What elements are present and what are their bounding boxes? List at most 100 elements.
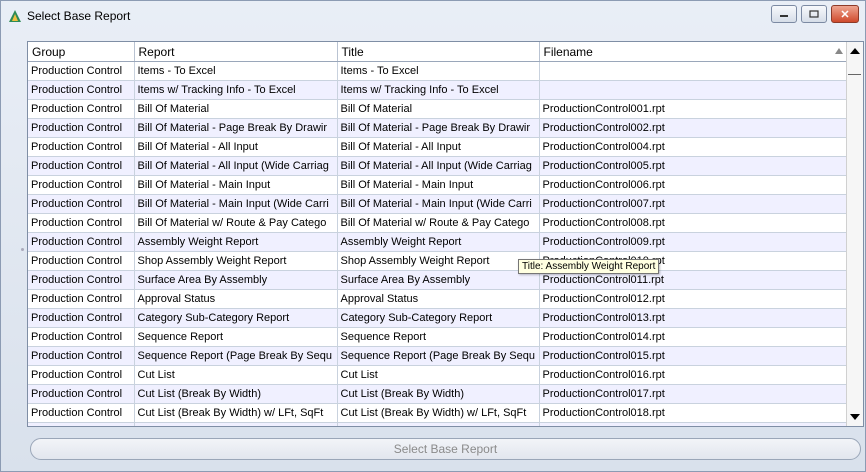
cell-title: Cut List bbox=[337, 365, 540, 385]
cell-group: Production Control bbox=[28, 327, 135, 347]
cell-group: Production Control bbox=[28, 213, 135, 233]
close-button[interactable]: ✕ bbox=[831, 5, 859, 23]
table-row[interactable]: Production ControlCut List (Break By Wid… bbox=[28, 403, 849, 423]
cell-title: Cut List (Break By Width & Double Spa bbox=[337, 422, 540, 426]
cell-filename: ProductionControl005.rpt bbox=[539, 156, 849, 176]
cell-report: Bill Of Material w/ Route & Pay Catego bbox=[134, 213, 338, 233]
cell-report: Cut List (Break By Width) w/ LFt, SqFt bbox=[134, 403, 338, 423]
cell-group: Production Control bbox=[28, 232, 135, 252]
cell-group: Production Control bbox=[28, 289, 135, 309]
cell-title: Bill Of Material w/ Route & Pay Catego bbox=[337, 213, 540, 233]
title-bar: Select Base Report ✕ bbox=[1, 1, 865, 31]
cell-report: Bill Of Material - Page Break By Drawir bbox=[134, 118, 338, 138]
column-header-report[interactable]: Report bbox=[134, 42, 338, 62]
table-row[interactable]: Production Control Cut List (Break By Wid… bbox=[28, 384, 849, 404]
vertical-scrollbar[interactable] bbox=[846, 42, 863, 426]
scroll-down-arrow-icon[interactable] bbox=[850, 414, 860, 420]
cell-group: Production Control bbox=[28, 384, 135, 404]
table-row[interactable]: Production Control Sequence Report (Page … bbox=[28, 346, 849, 366]
cell-group: Production Control bbox=[28, 137, 135, 157]
column-header-title[interactable]: Title bbox=[337, 42, 540, 62]
table-row[interactable]: Production Control Sequence Report Sequenc… bbox=[28, 327, 849, 347]
cell-filename: ProductionControl015.rpt bbox=[539, 346, 849, 366]
cell-filename bbox=[539, 61, 849, 81]
cell-report: Bill Of Material - Main Input (Wide Carr… bbox=[134, 194, 338, 214]
table-row[interactable]: Production ControlCut List (Break By Wid… bbox=[28, 422, 849, 426]
scroll-up-arrow-icon[interactable] bbox=[850, 48, 860, 54]
table-row[interactable]: Production Control Bill Of Material - Mai… bbox=[28, 194, 849, 214]
table-row[interactable]: Production Control Approval Status Approva… bbox=[28, 289, 849, 309]
cell-report: Cut List (Break By Width & Double Spa bbox=[134, 422, 338, 426]
cell-title: Items w/ Tracking Info - To Excel bbox=[337, 80, 540, 100]
column-header-filename[interactable]: Filename bbox=[539, 42, 849, 62]
cell-title: Bill Of Material - Page Break By Drawir bbox=[337, 118, 540, 138]
minimize-button[interactable] bbox=[771, 5, 797, 23]
table-row[interactable]: Production Control Cut List Cut List Produc… bbox=[28, 365, 849, 385]
cell-group: Production Control bbox=[28, 422, 135, 426]
cell-group: Production Control bbox=[28, 156, 135, 176]
table-row[interactable]: Production Control Surface Area By Assemb… bbox=[28, 270, 849, 290]
sort-ascending-icon bbox=[835, 48, 843, 54]
maximize-button[interactable] bbox=[801, 5, 827, 23]
cell-title: Cut List (Break By Width) w/ LFt, SqFt bbox=[337, 403, 540, 423]
minimize-icon bbox=[780, 15, 788, 17]
cell-title: Surface Area By Assembly bbox=[337, 270, 540, 290]
cell-report: Bill Of Material - All Input (Wide Carri… bbox=[134, 156, 338, 176]
table-row[interactable]: Production Control Category Sub-Category … bbox=[28, 308, 849, 328]
cell-title: Cut List (Break By Width) bbox=[337, 384, 540, 404]
cell-title: Shop Assembly Weight Report bbox=[337, 251, 540, 271]
cell-title: Sequence Report bbox=[337, 327, 540, 347]
table-row[interactable]: Production Control Items w/ Tracking Info… bbox=[28, 80, 849, 100]
cell-report: Bill Of Material bbox=[134, 99, 338, 119]
cell-report: Items - To Excel bbox=[134, 61, 338, 81]
cell-report: Bill Of Material - Main Input bbox=[134, 175, 338, 195]
cell-group: Production Control bbox=[28, 194, 135, 214]
table-row[interactable]: Production Control Bill Of Material w/ Ro… bbox=[28, 213, 849, 233]
table-row[interactable]: Production Control Items - To Excel Items … bbox=[28, 61, 849, 81]
cell-group: Production Control bbox=[28, 403, 135, 423]
cell-report: Assembly Weight Report bbox=[134, 232, 338, 252]
cell-group: Production Control bbox=[28, 346, 135, 366]
cell-report: Surface Area By Assembly bbox=[134, 270, 338, 290]
select-base-report-button[interactable]: Select Base Report bbox=[30, 438, 861, 460]
cell-title: Bill Of Material - All Input (Wide Carri… bbox=[337, 156, 540, 176]
cell-report: Sequence Report bbox=[134, 327, 338, 347]
cell-report: Shop Assembly Weight Report bbox=[134, 251, 338, 271]
table-row[interactable]: Production Control Bill Of Material Bill O… bbox=[28, 99, 849, 119]
cell-filename bbox=[539, 80, 849, 100]
cell-title: Assembly Weight Report bbox=[337, 232, 540, 252]
table-row[interactable]: Production Control Bill Of Material - All… bbox=[28, 137, 849, 157]
scroll-thumb[interactable] bbox=[848, 60, 861, 75]
cell-report: Sequence Report (Page Break By Sequ bbox=[134, 346, 338, 366]
cell-group: Production Control bbox=[28, 251, 135, 271]
cell-report: Cut List bbox=[134, 365, 338, 385]
cell-report: Items w/ Tracking Info - To Excel bbox=[134, 80, 338, 100]
cell-filename: ProductionControl013.rpt bbox=[539, 308, 849, 328]
table-row[interactable]: Production Control Bill Of Material - Pag… bbox=[28, 118, 849, 138]
cell-group: Production Control bbox=[28, 308, 135, 328]
cell-filename: ProductionControl016.rpt bbox=[539, 365, 849, 385]
cell-group: Production Control bbox=[28, 365, 135, 385]
table-row[interactable]: Production Control Bill Of Material - Mai… bbox=[28, 175, 849, 195]
cell-title: Approval Status bbox=[337, 289, 540, 309]
cell-report: Approval Status bbox=[134, 289, 338, 309]
select-base-report-window: Select Base Report ✕ Group Report Title … bbox=[0, 0, 866, 472]
cell-report: Category Sub-Category Report bbox=[134, 308, 338, 328]
column-header-group[interactable]: Group bbox=[28, 42, 135, 62]
cell-report: Bill Of Material - All Input bbox=[134, 137, 338, 157]
cell-filename: ProductionControl001.rpt bbox=[539, 99, 849, 119]
cell-group: Production Control bbox=[28, 175, 135, 195]
table-row[interactable]: Production Control Shop Assembly Weight R… bbox=[28, 251, 849, 271]
window-title: Select Base Report bbox=[27, 9, 131, 23]
table-row[interactable]: Production Control Assembly Weight Report… bbox=[28, 232, 849, 252]
cell-filename: ProductionControl018.rpt bbox=[539, 403, 849, 423]
cell-title: Bill Of Material - All Input bbox=[337, 137, 540, 157]
cell-title: Sequence Report (Page Break By Sequ bbox=[337, 346, 540, 366]
cell-filename: ProductionControl019.rpt bbox=[539, 422, 849, 426]
resize-grip bbox=[21, 248, 24, 251]
cell-group: Production Control bbox=[28, 270, 135, 290]
cell-title: Category Sub-Category Report bbox=[337, 308, 540, 328]
cell-filename: ProductionControl002.rpt bbox=[539, 118, 849, 138]
cell-title: Items - To Excel bbox=[337, 61, 540, 81]
table-row[interactable]: Production Control Bill Of Material - All… bbox=[28, 156, 849, 176]
